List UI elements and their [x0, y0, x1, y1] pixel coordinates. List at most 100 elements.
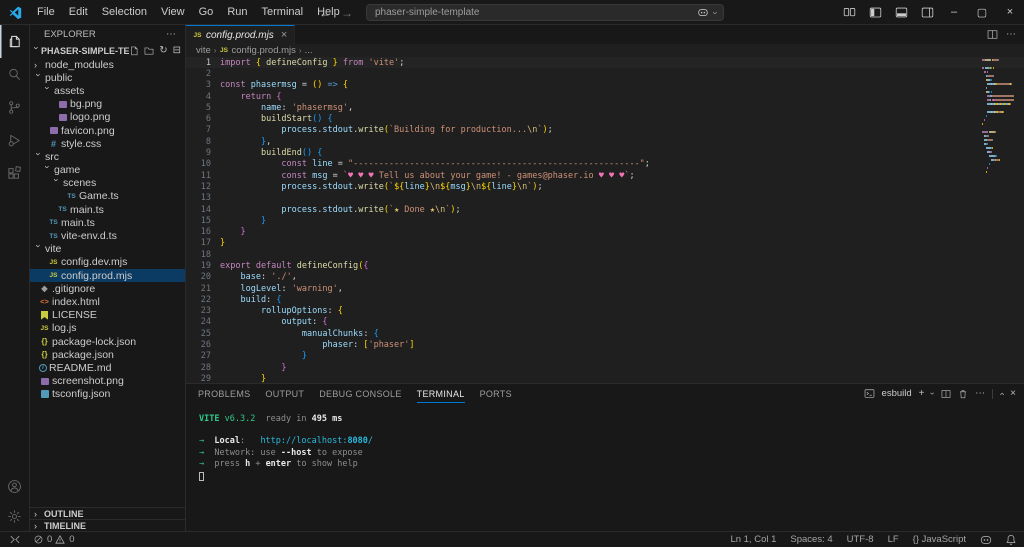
command-center-search[interactable]: phaser-simple-template › [366, 4, 724, 21]
file-tree-item-node-modules[interactable]: ›node_modules [30, 58, 185, 71]
file-tree-item-favicon.png[interactable]: favicon.png [30, 124, 185, 137]
file-tree-item-src[interactable]: ›src [30, 150, 185, 163]
status-javascript[interactable]: {} JavaScript [913, 534, 966, 545]
code-line-19[interactable]: 19export default defineConfig({ [186, 260, 1024, 271]
file-tree-item-game[interactable]: ›game [30, 164, 185, 177]
file-tree-item-config.prod.mjs[interactable]: JSconfig.prod.mjs [30, 269, 185, 282]
code-line-1[interactable]: 1import { defineConfig } from 'vite'; [186, 57, 1024, 68]
panel-tab-terminal[interactable]: TERMINAL [417, 385, 465, 403]
close-panel-icon[interactable]: × [1010, 388, 1016, 399]
toggle-layout-grid-icon[interactable] [836, 0, 862, 24]
file-tree-item-public[interactable]: ›public [30, 71, 185, 84]
go-back-button[interactable]: ← [316, 6, 334, 20]
breadcrumb[interactable]: vite › JS config.prod.mjs › ... [186, 44, 1024, 57]
run-and-debug-icon[interactable] [0, 124, 29, 157]
file-tree-item-main.ts[interactable]: TSmain.ts [30, 216, 185, 229]
file-tree-item-readme.md[interactable]: iREADME.md [30, 361, 185, 374]
status-spaces-4[interactable]: Spaces: 4 [790, 534, 832, 545]
explorer-icon[interactable] [0, 25, 29, 58]
file-tree-item-scenes[interactable]: ›scenes [30, 177, 185, 190]
workspace-section-header[interactable]: › PHASER-SIMPLE-TEMPL... ↻ ⊟ [30, 44, 185, 57]
split-editor-icon[interactable] [987, 29, 998, 40]
code-line-2[interactable]: 2 [186, 68, 1024, 79]
toggle-panel-icon[interactable] [888, 0, 914, 24]
code-line-22[interactable]: 22 build: { [186, 294, 1024, 305]
new-folder-icon[interactable] [144, 46, 154, 56]
account-icon[interactable] [0, 471, 29, 501]
file-tree-item-.gitignore[interactable]: ◆.gitignore [30, 282, 185, 295]
code-line-14[interactable]: 14 process.stdout.write(`★ Done ★\n`); [186, 204, 1024, 215]
code-line-10[interactable]: 10 const line = "-----------------------… [186, 159, 1024, 170]
code-line-15[interactable]: 15 } [186, 215, 1024, 226]
terminal-dropdown-icon[interactable]: › [928, 392, 937, 395]
status-lf[interactable]: LF [888, 534, 899, 545]
file-tree-item-package.json[interactable]: {}package.json [30, 348, 185, 361]
file-tree-item-package-lock.json[interactable]: {}package-lock.json [30, 335, 185, 348]
code-line-29[interactable]: 29 } [186, 373, 1024, 383]
settings-gear-icon[interactable] [0, 501, 29, 531]
file-tree-item-vite[interactable]: ›vite [30, 243, 185, 256]
toggle-primary-sidebar-icon[interactable] [862, 0, 888, 24]
file-tree-item-assets[interactable]: ›assets [30, 84, 185, 97]
code-line-11[interactable]: 11 const msg = `♥ ♥ ♥ Tell us about your… [186, 170, 1024, 181]
breadcrumb-folder[interactable]: vite [196, 45, 211, 56]
notifications-bell-icon[interactable] [1006, 534, 1016, 545]
file-tree-item-log.js[interactable]: JSlog.js [30, 322, 185, 335]
minimize-button[interactable]: – [940, 0, 968, 24]
new-terminal-icon[interactable]: + [919, 388, 925, 399]
file-tree-item-bg.png[interactable]: bg.png [30, 98, 185, 111]
go-forward-button[interactable]: → [338, 6, 356, 20]
split-terminal-icon[interactable] [941, 389, 951, 399]
breadcrumb-symbol[interactable]: ... [305, 45, 313, 56]
menu-go[interactable]: Go [192, 3, 221, 21]
file-tree-item-tsconfig.json[interactable]: tsconfig.json [30, 388, 185, 401]
code-line-13[interactable]: 13 [186, 193, 1024, 204]
code-line-28[interactable]: 28 } [186, 362, 1024, 373]
close-tab-icon[interactable]: × [281, 29, 287, 41]
code-line-20[interactable]: 20 base: './', [186, 272, 1024, 283]
code-editor[interactable]: 1import { defineConfig } from 'vite';23c… [186, 57, 1024, 383]
code-line-16[interactable]: 16 } [186, 226, 1024, 237]
status-ln-1-col-1[interactable]: Ln 1, Col 1 [730, 534, 776, 545]
problems-status[interactable]: 0 0 [34, 534, 75, 545]
terminal-instance-name[interactable]: esbuild [882, 388, 912, 399]
menu-run[interactable]: Run [220, 3, 254, 21]
chevron-down-icon[interactable]: › [711, 11, 721, 14]
remote-indicator-icon[interactable] [10, 535, 20, 544]
maximize-button[interactable]: ▢ [968, 0, 996, 24]
menu-edit[interactable]: Edit [62, 3, 95, 21]
terminal-output[interactable]: VITE v6.3.2 ready in 495 ms → Local: htt… [186, 403, 1024, 531]
copilot-status-icon[interactable] [980, 535, 992, 545]
file-tree-item-vite-env.d.ts[interactable]: TSvite-env.d.ts [30, 229, 185, 242]
new-file-icon[interactable] [129, 46, 139, 56]
panel-tab-debug-console[interactable]: DEBUG CONSOLE [319, 385, 401, 403]
source-control-icon[interactable] [0, 91, 29, 124]
menu-terminal[interactable]: Terminal [255, 3, 311, 21]
code-line-23[interactable]: 23 rollupOptions: { [186, 306, 1024, 317]
code-line-4[interactable]: 4 return { [186, 91, 1024, 102]
copilot-icon[interactable] [697, 8, 709, 18]
panel-tab-ports[interactable]: PORTS [480, 385, 512, 403]
collapse-folders-icon[interactable]: ⊟ [173, 46, 181, 56]
file-tree-item-main.ts[interactable]: TSmain.ts [30, 203, 185, 216]
search-icon[interactable] [0, 58, 29, 91]
code-line-17[interactable]: 17} [186, 238, 1024, 249]
code-line-21[interactable]: 21 logLevel: 'warning', [186, 283, 1024, 294]
minimap[interactable] [982, 57, 1014, 197]
kill-terminal-icon[interactable] [958, 389, 968, 399]
code-line-26[interactable]: 26 phaser: ['phaser'] [186, 339, 1024, 350]
file-tree-item-logo.png[interactable]: logo.png [30, 111, 185, 124]
code-line-8[interactable]: 8 }, [186, 136, 1024, 147]
file-tree-item-index.html[interactable]: <>index.html [30, 295, 185, 308]
code-line-25[interactable]: 25 manualChunks: { [186, 328, 1024, 339]
editor-more-actions-icon[interactable]: ⋯ [1006, 29, 1016, 40]
file-tree-item-config.dev.mjs[interactable]: JSconfig.dev.mjs [30, 256, 185, 269]
refresh-icon[interactable]: ↻ [159, 46, 167, 56]
code-line-6[interactable]: 6 buildStart() { [186, 113, 1024, 124]
panel-tab-output[interactable]: OUTPUT [265, 385, 304, 403]
breadcrumb-file[interactable]: config.prod.mjs [231, 45, 295, 56]
file-tree-item-license[interactable]: LICENSE [30, 309, 185, 322]
code-line-5[interactable]: 5 name: 'phasermsg', [186, 102, 1024, 113]
explorer-more-actions-icon[interactable]: ⋯ [166, 29, 177, 40]
outline-section[interactable]: › OUTLINE [30, 507, 185, 519]
